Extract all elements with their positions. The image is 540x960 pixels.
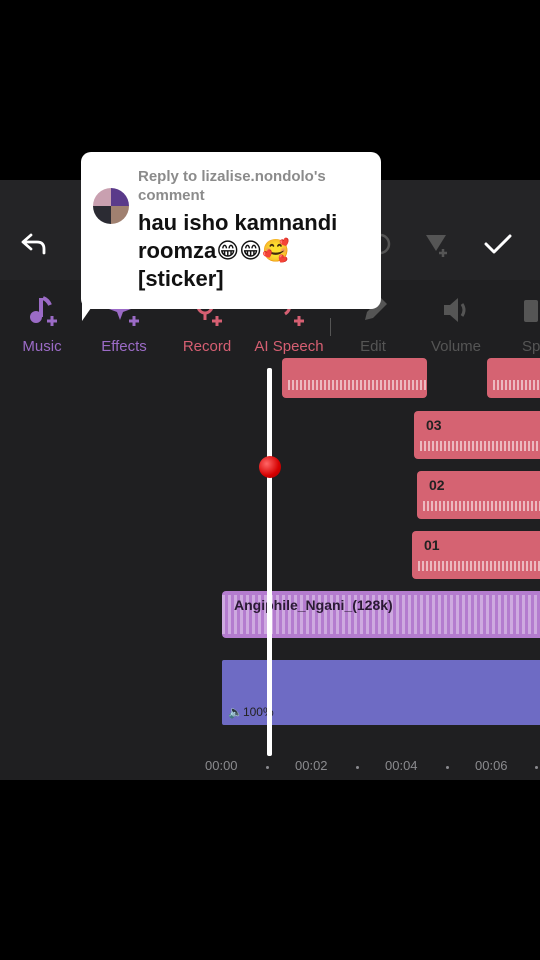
keyframe-icon[interactable] — [416, 226, 456, 262]
tool-label: Edit — [360, 338, 386, 355]
record-clip[interactable]: 03 — [414, 411, 540, 459]
comment-reply-bubble[interactable]: Reply to lizalise.nondolo's comment hau … — [81, 152, 381, 309]
waveform — [423, 501, 540, 511]
reply-header: Reply to lizalise.nondolo's comment — [138, 168, 326, 204]
waveform — [420, 441, 540, 451]
waveform — [288, 380, 427, 390]
time-tick: 00:02 — [295, 758, 328, 773]
clip-label: 02 — [429, 477, 445, 493]
tool-label: Music — [22, 338, 62, 355]
tick-dot — [266, 766, 269, 769]
tool-speed[interactable]: Sp — [498, 292, 540, 355]
tool-volume[interactable]: Volume — [414, 292, 498, 355]
comment-text: hau isho kamnandi roomza😁😁🥰 [sticker] — [138, 210, 338, 291]
clip-label: 03 — [426, 417, 442, 433]
tool-music[interactable]: Music — [0, 292, 84, 355]
time-tick: 00:00 — [205, 758, 238, 773]
tool-label: Sp — [522, 338, 540, 355]
record-clip[interactable]: 02 — [417, 471, 540, 519]
record-clip-partial[interactable] — [487, 358, 540, 398]
speaker-icon — [414, 292, 498, 328]
tool-label: Record — [182, 338, 232, 355]
playhead[interactable] — [267, 368, 272, 756]
tool-label: AI Speech — [254, 338, 324, 355]
music-clip-label: Angiphile_Ngani_(128k) — [234, 597, 393, 613]
tool-label: Effects — [101, 338, 147, 355]
speed-icon — [498, 292, 540, 328]
tick-dot — [446, 766, 449, 769]
waveform — [493, 380, 540, 390]
time-tick: 00:04 — [385, 758, 418, 773]
tool-label: Volume — [430, 338, 482, 355]
record-clip-partial[interactable] — [282, 358, 427, 398]
tick-dot — [535, 766, 538, 769]
confirm-check-icon[interactable] — [478, 226, 518, 262]
playhead-knob[interactable] — [259, 456, 281, 478]
clip-label: 01 — [424, 537, 440, 553]
music-note-plus-icon — [0, 292, 84, 328]
time-tick: 00:06 — [475, 758, 508, 773]
waveform — [418, 561, 540, 571]
speaker-icon: 🔈 — [228, 705, 243, 719]
time-ruler: 00:00 00:02 00:04 00:06 — [0, 758, 540, 780]
tick-dot — [356, 766, 359, 769]
undo-icon[interactable] — [14, 226, 54, 262]
avatar — [93, 188, 129, 224]
record-clip[interactable]: 01 — [412, 531, 540, 579]
